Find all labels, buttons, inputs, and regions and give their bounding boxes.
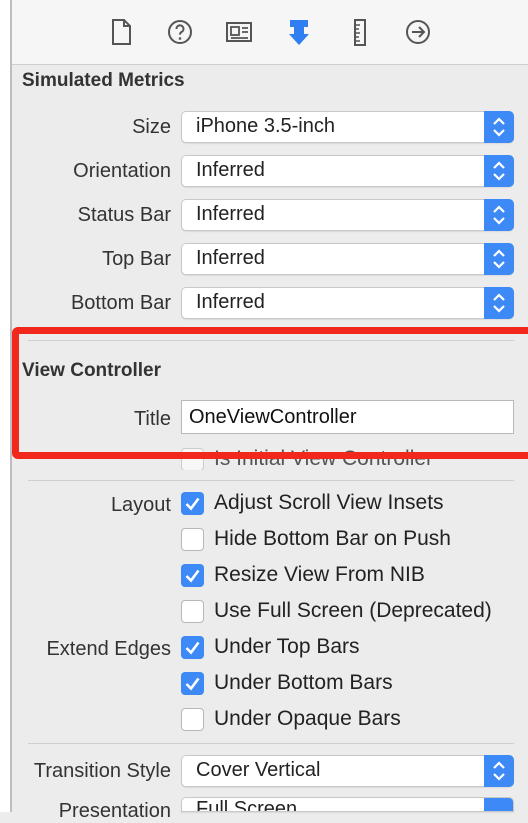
connections-icon[interactable] — [402, 15, 434, 49]
chevron-updown-icon — [484, 199, 514, 231]
bottom-bar-label: Bottom Bar — [70, 292, 171, 314]
presentation-value: Full Screen — [196, 798, 298, 812]
transition-style-select[interactable]: Cover Vertical — [181, 755, 514, 787]
top-bar-label: Top Bar — [102, 248, 171, 270]
checkbox-label: Adjust Scroll View Insets — [214, 491, 444, 514]
chevron-updown-icon — [484, 243, 514, 275]
size-ruler-icon[interactable] — [344, 15, 376, 49]
file-icon[interactable] — [105, 15, 137, 49]
transition-style-label: Transition Style — [33, 760, 171, 782]
checkbox-checked[interactable] — [181, 672, 204, 695]
top-bar-select[interactable]: Inferred — [181, 243, 514, 275]
layout-label: Layout — [110, 494, 171, 516]
checkbox-label: Under Opaque Bars — [214, 707, 401, 730]
orientation-label: Orientation — [73, 160, 171, 182]
checkbox-label: Under Bottom Bars — [214, 671, 393, 694]
checkbox-checked[interactable] — [181, 636, 204, 659]
chevron-updown-icon — [484, 287, 514, 319]
checkbox-label: Hide Bottom Bar on Push — [214, 527, 451, 550]
section-divider — [28, 743, 514, 744]
section-divider — [28, 480, 514, 481]
inspector-left-edge — [0, 0, 12, 812]
inspector-toolbar — [12, 0, 528, 65]
bottom-bar-value: Inferred — [196, 291, 265, 313]
help-icon[interactable] — [164, 15, 196, 49]
simulated-metrics-header: Simulated Metrics — [22, 70, 185, 91]
chevron-updown-icon — [484, 155, 514, 187]
top-bar-value: Inferred — [196, 247, 265, 269]
checkbox-unchecked[interactable] — [181, 528, 204, 551]
chevron-updown-icon — [484, 798, 513, 811]
presentation-select[interactable]: Full Screen — [181, 797, 514, 812]
checkbox-unchecked[interactable] — [181, 600, 204, 623]
chevron-updown-icon — [484, 755, 514, 787]
checkbox-label: Under Top Bars — [214, 635, 360, 658]
transition-style-value: Cover Vertical — [196, 759, 321, 781]
highlight-annotation — [12, 327, 528, 459]
extend-edges-label: Extend Edges — [46, 638, 171, 660]
checkbox-label: Use Full Screen (Deprecated) — [214, 599, 492, 622]
status-bar-value: Inferred — [196, 203, 265, 225]
size-select[interactable]: iPhone 3.5-inch — [181, 111, 514, 143]
chevron-updown-icon — [484, 111, 514, 143]
size-value: iPhone 3.5-inch — [196, 115, 335, 137]
orientation-select[interactable]: Inferred — [181, 155, 514, 187]
attributes-icon[interactable] — [283, 15, 315, 49]
bottom-bar-select[interactable]: Inferred — [181, 287, 514, 319]
identity-icon[interactable] — [223, 15, 255, 49]
orientation-value: Inferred — [196, 159, 265, 181]
checkbox-label: Resize View From NIB — [214, 563, 425, 586]
checkbox-checked[interactable] — [181, 564, 204, 587]
checkbox-checked[interactable] — [181, 492, 204, 515]
size-label: Size — [132, 116, 171, 138]
status-bar-select[interactable]: Inferred — [181, 199, 514, 231]
status-bar-label: Status Bar — [77, 204, 171, 226]
checkbox-unchecked[interactable] — [181, 708, 204, 731]
